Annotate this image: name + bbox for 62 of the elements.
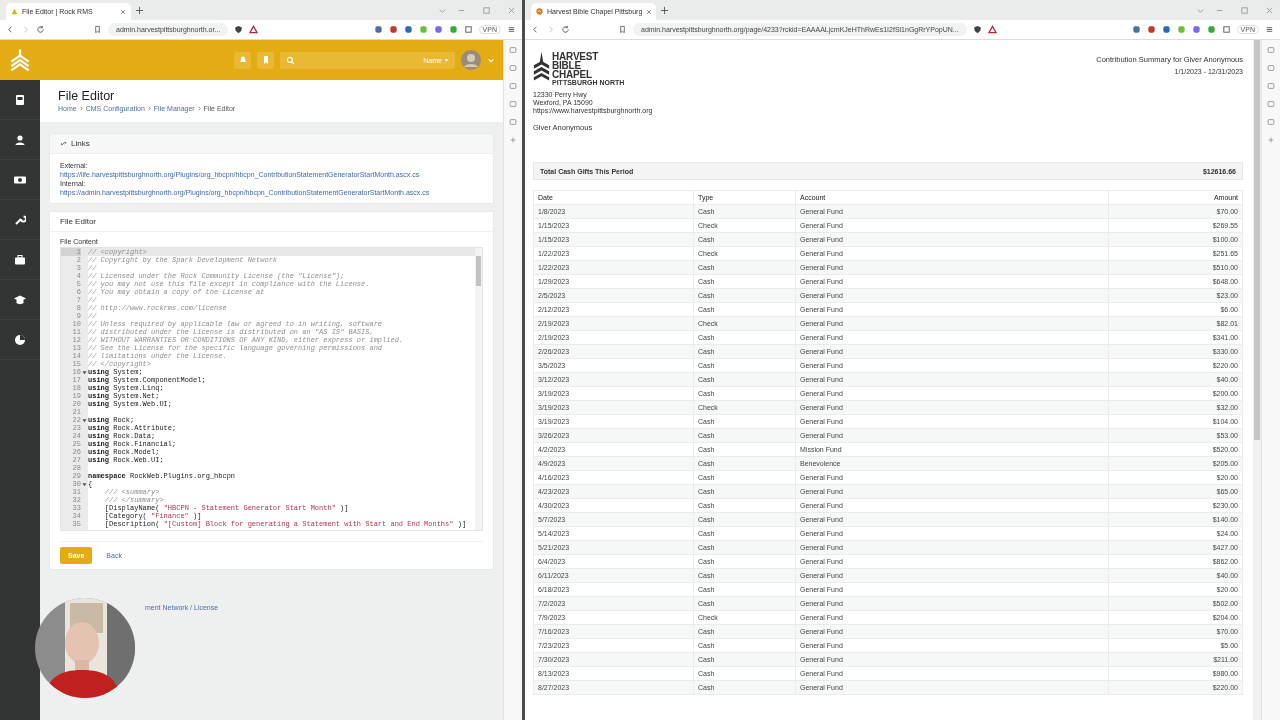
graduation-cap-icon (13, 293, 27, 306)
bell-icon (237, 55, 248, 65)
panel-icon[interactable] (509, 82, 517, 90)
bookmark-icon[interactable] (618, 25, 627, 34)
scrollbar[interactable] (475, 248, 482, 530)
chevron-right-icon (196, 106, 202, 111)
maximize-icon[interactable] (1240, 5, 1249, 15)
panel-icon[interactable] (1267, 82, 1275, 90)
panel-icon[interactable] (509, 100, 517, 108)
reload-icon[interactable] (36, 25, 45, 34)
bookmark-icon[interactable] (93, 25, 102, 34)
close-icon[interactable] (1265, 5, 1274, 15)
add-icon[interactable] (1267, 136, 1275, 144)
back-icon[interactable] (6, 25, 15, 34)
new-tab-icon[interactable] (135, 5, 144, 15)
reload-icon[interactable] (561, 25, 570, 34)
panel-icon[interactable] (1267, 64, 1275, 72)
shield-icon[interactable] (234, 25, 244, 34)
person-icon (14, 133, 26, 146)
scrollbar[interactable] (1253, 40, 1261, 720)
search-icon (286, 55, 295, 65)
panel-title: File Editor (60, 217, 96, 226)
panel-icon[interactable] (1267, 100, 1275, 108)
favicon-icon (11, 8, 18, 15)
page-title: File Editor (58, 89, 116, 103)
panel-icon[interactable] (509, 64, 517, 72)
fold-icon[interactable] (82, 369, 87, 375)
panel-icon[interactable] (509, 46, 517, 54)
wrench-icon (14, 213, 26, 226)
panel-title: Links (71, 139, 90, 148)
logo-text: BIBLE (552, 61, 581, 70)
chevron-right-icon (146, 106, 152, 111)
briefcase-icon (14, 253, 26, 266)
triangle-icon[interactable] (987, 25, 997, 34)
favicon-icon (536, 8, 543, 15)
add-icon[interactable] (509, 136, 517, 144)
fold-icon[interactable] (82, 417, 87, 423)
notification-button[interactable] (234, 51, 251, 69)
panel-icon[interactable] (1267, 46, 1275, 54)
menu-icon[interactable] (1265, 25, 1274, 34)
logo-text: CHAPEL (552, 70, 593, 79)
panel-icon[interactable] (509, 118, 517, 126)
maximize-icon[interactable] (482, 5, 491, 15)
back-icon[interactable] (531, 25, 540, 34)
chevron-right-icon (78, 106, 84, 111)
caret-icon (444, 57, 449, 63)
fold-icon[interactable] (82, 481, 87, 487)
menu-icon[interactable] (507, 25, 516, 34)
triangle-icon[interactable] (249, 25, 259, 34)
pie-chart-icon (14, 333, 26, 346)
close-icon[interactable] (646, 8, 653, 15)
close-icon[interactable] (507, 5, 516, 15)
close-icon[interactable] (120, 8, 126, 15)
book-icon (14, 93, 26, 106)
new-tab-icon[interactable] (660, 5, 669, 15)
logo-text: HARVEST (552, 52, 600, 61)
avatar[interactable] (461, 50, 481, 70)
link-icon (60, 140, 67, 147)
bookmark-button[interactable] (257, 51, 274, 69)
shield-icon[interactable] (972, 25, 982, 34)
code-editor[interactable] (60, 247, 483, 531)
panel-icon[interactable] (1267, 118, 1275, 126)
